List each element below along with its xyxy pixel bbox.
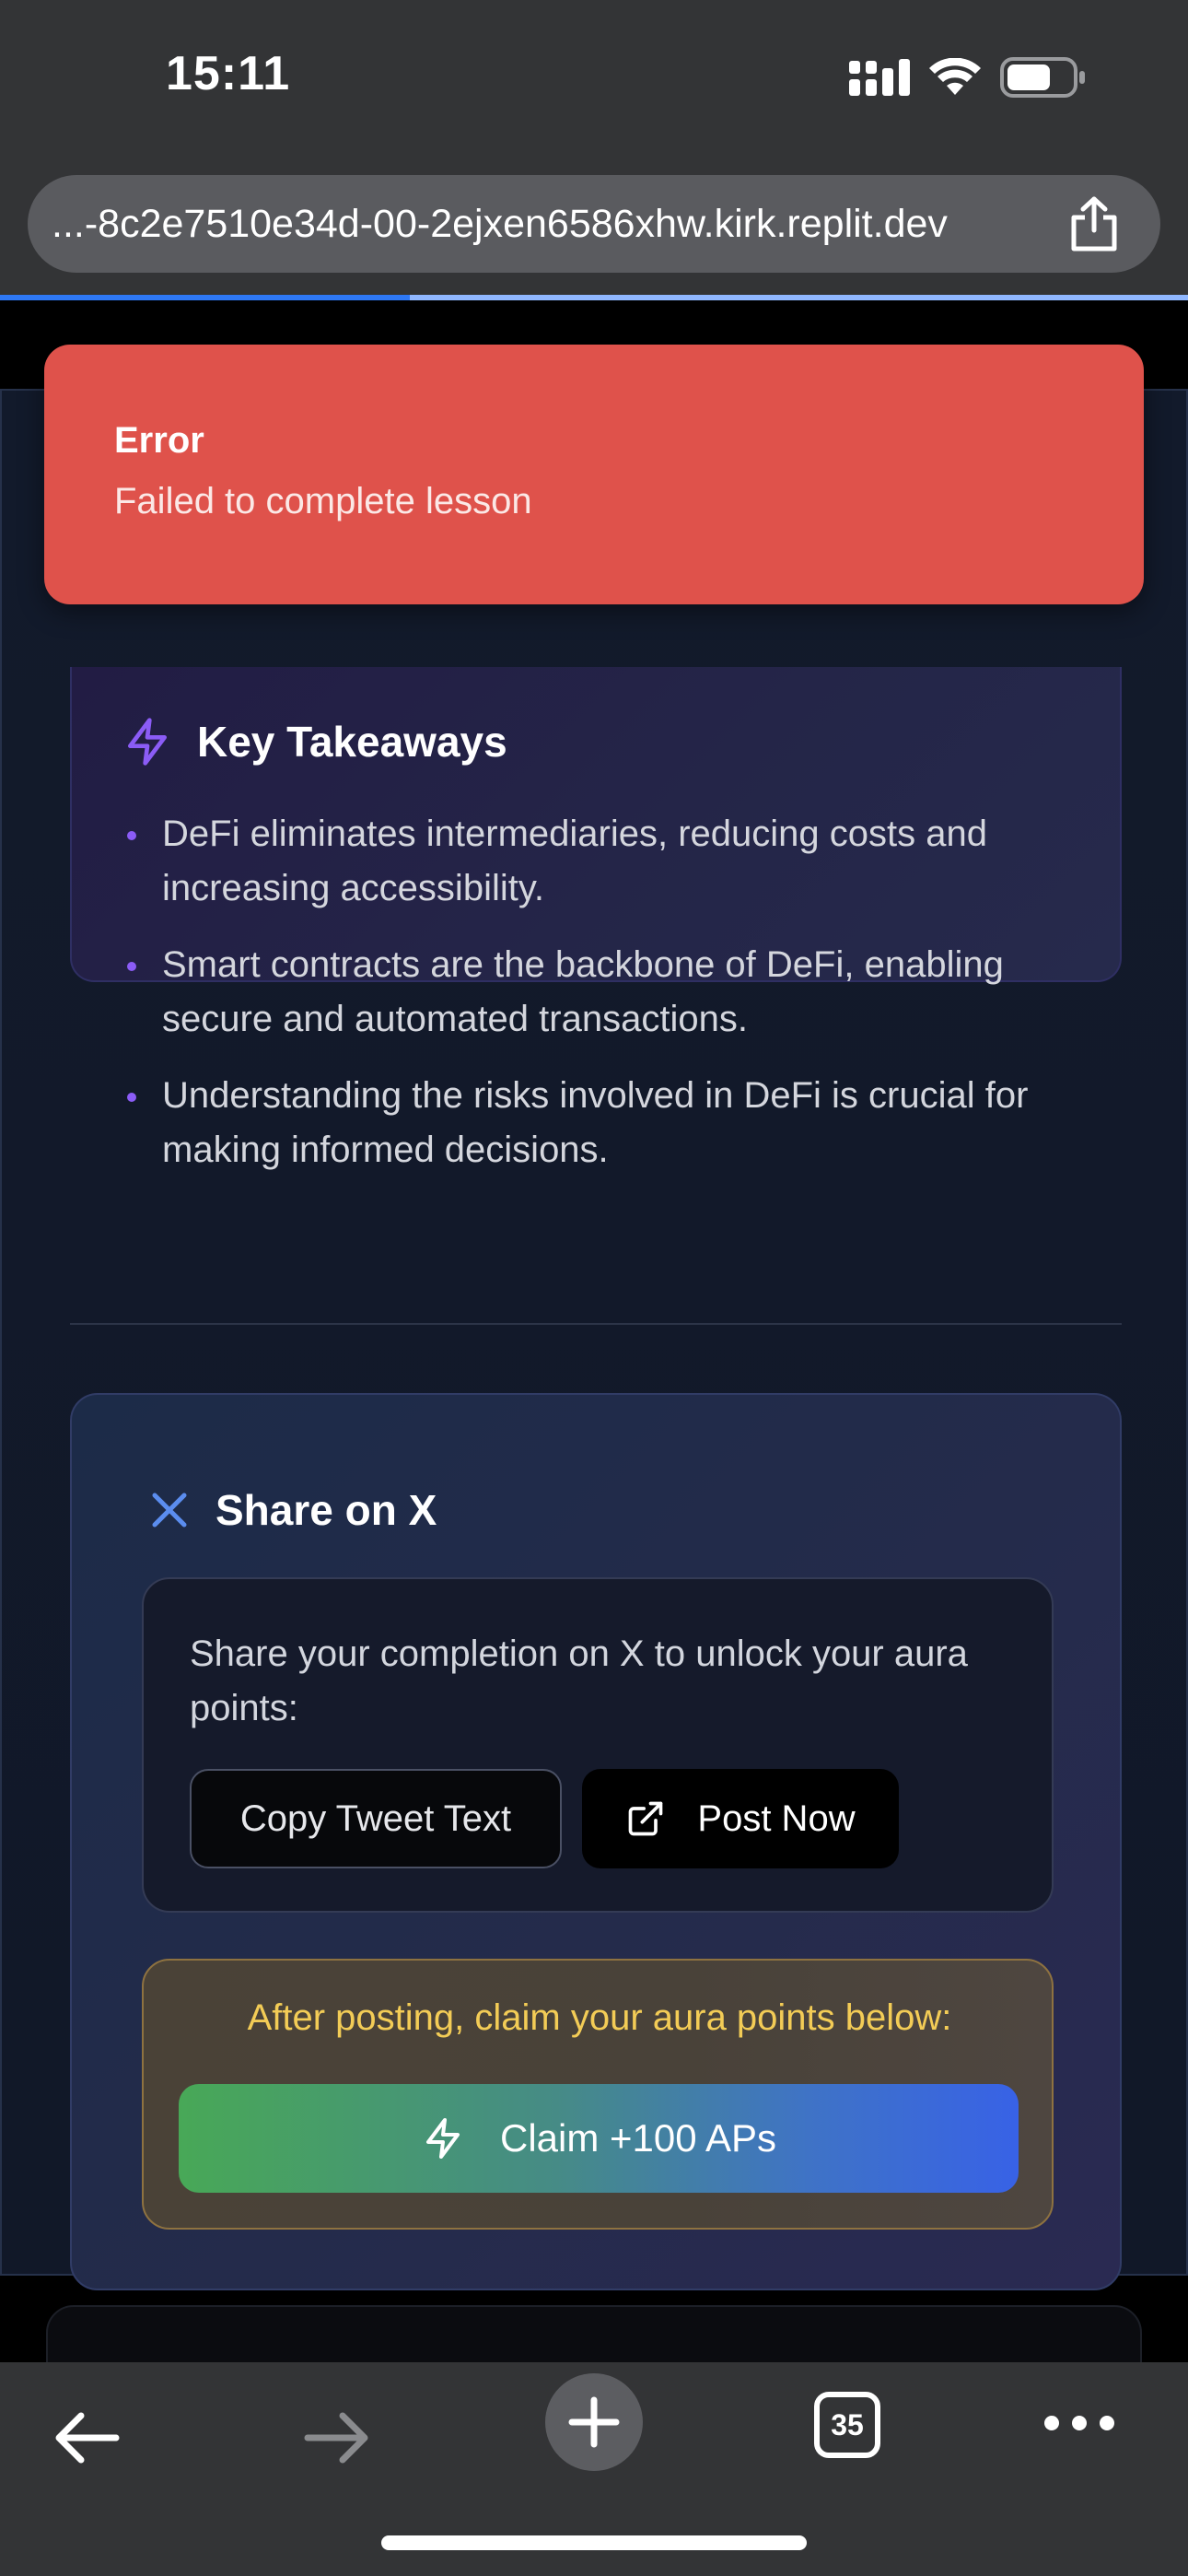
list-item: DeFi eliminates intermediaries, reducing… <box>122 807 1098 916</box>
toast-title: Error <box>114 420 204 461</box>
key-takeaways-card: Key Takeaways DeFi eliminates intermedia… <box>70 667 1122 1170</box>
share-header: Share on X <box>151 1485 437 1535</box>
toast-message: Failed to complete lesson <box>114 481 532 521</box>
status-icons <box>849 57 1087 98</box>
home-indicator <box>381 2535 807 2550</box>
x-logo-icon <box>152 1493 187 1528</box>
forward-arrow-icon[interactable] <box>304 2410 370 2465</box>
share-description: Share your completion on X to unlock you… <box>190 1633 968 1728</box>
list-item-text: DeFi eliminates intermediaries, reducing… <box>162 814 987 908</box>
post-now-button[interactable]: Post Now <box>582 1769 899 1868</box>
tab-count-button[interactable]: 35 <box>814 2392 880 2458</box>
browser-screen: 15:11 ...-8c2e7510e34d-00-2ejxen6586xhw.… <box>0 0 1188 2576</box>
lightning-icon <box>426 2118 460 2159</box>
address-bar[interactable]: ...-8c2e7510e34d-00-2ejxen6586xhw.kirk.r… <box>28 175 1160 273</box>
section-divider <box>70 1323 1122 1325</box>
plus-icon <box>568 2396 620 2448</box>
list-item: Understanding the risks involved in DeFi… <box>122 1069 1098 1177</box>
key-takeaways-header: Key Takeaways <box>122 715 507 768</box>
web-content: Key Takeaways DeFi eliminates intermedia… <box>0 300 1188 2416</box>
list-item-text: Smart contracts are the backbone of DeFi… <box>162 944 1004 1039</box>
share-icon[interactable] <box>1066 195 1122 252</box>
url-text[interactable]: ...-8c2e7510e34d-00-2ejxen6586xhw.kirk.r… <box>52 175 1074 273</box>
cellular-signal-icon <box>849 59 910 96</box>
copy-tweet-text-button[interactable]: Copy Tweet Text <box>190 1769 562 1868</box>
back-arrow-icon[interactable] <box>53 2410 120 2465</box>
post-now-label: Post Now <box>697 1797 856 1839</box>
new-tab-button[interactable] <box>545 2373 643 2471</box>
dot <box>1072 2416 1087 2430</box>
status-time: 15:11 <box>166 47 291 100</box>
share-title: Share on X <box>215 1486 437 1534</box>
key-takeaways-title: Key Takeaways <box>197 718 507 766</box>
claim-note: After posting, claim your aura points be… <box>247 1997 952 2038</box>
share-instructions-box: Share your completion on X to unlock you… <box>142 1577 1054 1913</box>
wifi-icon <box>929 58 981 95</box>
browser-top-bar: 15:11 ...-8c2e7510e34d-00-2ejxen6586xhw.… <box>0 0 1188 300</box>
claim-button-label: Claim +100 APs <box>500 2116 776 2160</box>
key-takeaways-list: DeFi eliminates intermediaries, reducing… <box>122 807 1098 1200</box>
bullet-dot <box>127 1093 136 1102</box>
lightning-icon <box>128 718 168 766</box>
share-on-x-card: Share on X Share your completion on X to… <box>70 1393 1122 2290</box>
bullet-dot <box>127 831 136 840</box>
dot <box>1100 2416 1114 2430</box>
list-item: Smart contracts are the backbone of DeFi… <box>122 938 1098 1047</box>
lesson-panel: Key Takeaways DeFi eliminates intermedia… <box>0 389 1188 2290</box>
more-dots-icon[interactable] <box>1044 2416 1114 2430</box>
error-toast[interactable]: Error Failed to complete lesson <box>44 345 1144 604</box>
claim-points-button[interactable]: Claim +100 APs <box>179 2084 1019 2193</box>
list-item-text: Understanding the risks involved in DeFi… <box>162 1075 1029 1170</box>
claim-points-box: After posting, claim your aura points be… <box>142 1959 1054 2230</box>
external-link-icon <box>629 1801 663 1836</box>
bullet-dot <box>127 962 136 971</box>
dot <box>1044 2416 1059 2430</box>
battery-icon <box>1000 57 1085 98</box>
